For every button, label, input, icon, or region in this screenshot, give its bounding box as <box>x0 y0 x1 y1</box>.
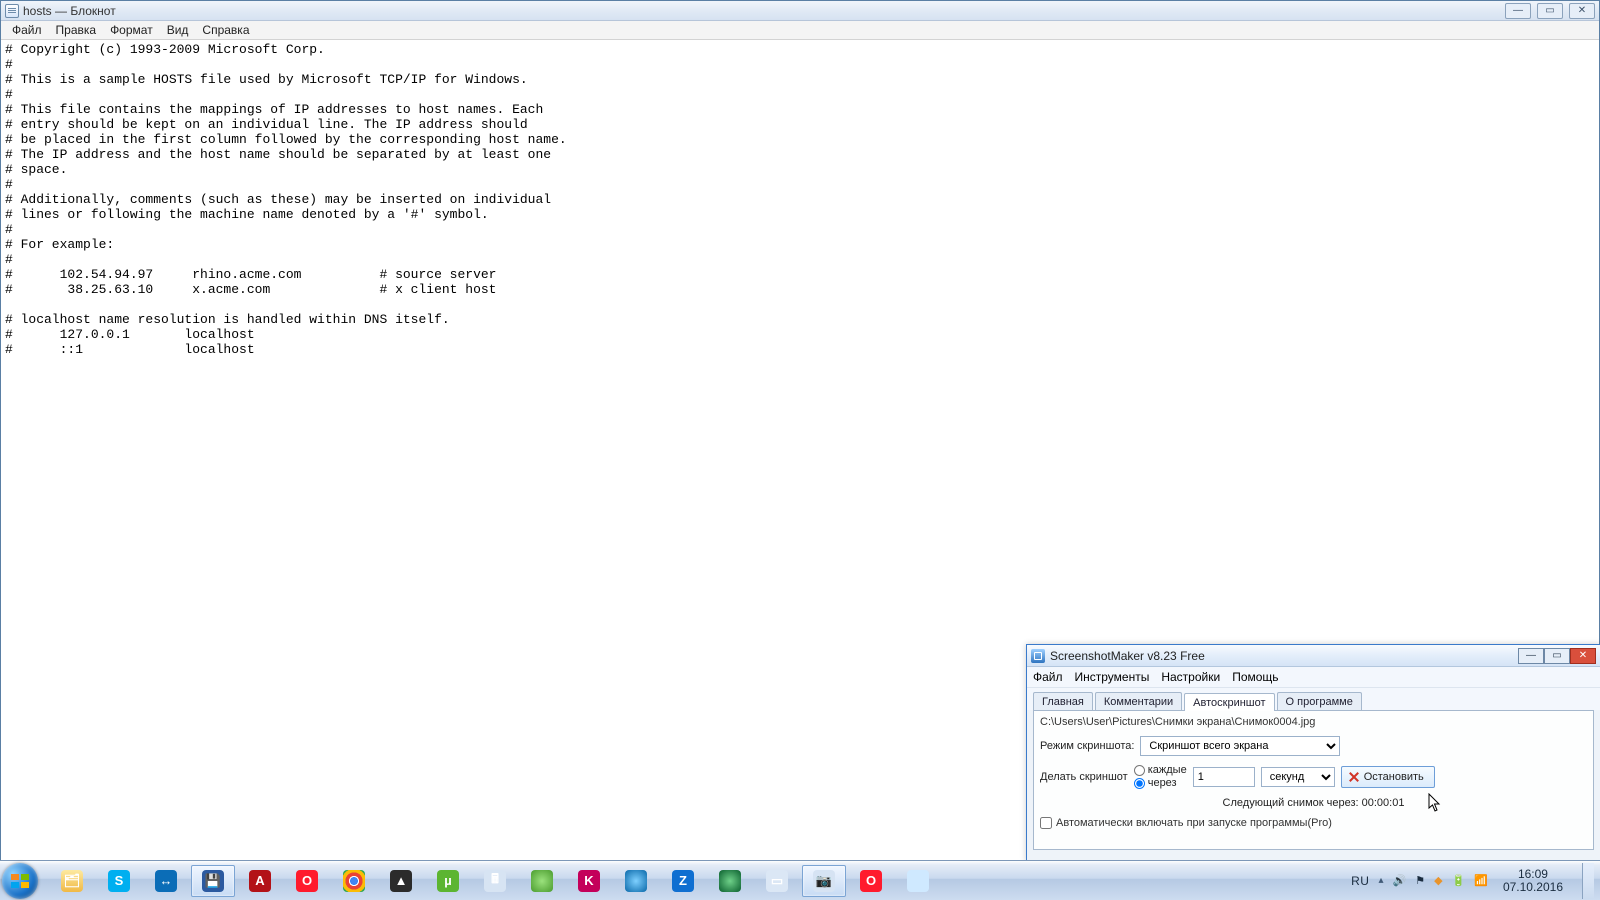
ssm-close-button[interactable]: ✕ <box>1570 648 1596 664</box>
ssm-maximize-button[interactable]: ▭ <box>1544 648 1570 664</box>
taskbar: 🗂 S ↔ 💾 A O ▲ µ 🖩 K Z ▭ 📷 O RU ▴ 🔊 ⚑ ◆ 🔋 📶 16:09 07.1… <box>0 860 1600 900</box>
ssm-stop-button[interactable]: Остановить <box>1341 766 1435 788</box>
tab-comments[interactable]: Комментарии <box>1095 692 1182 710</box>
zona-icon: Z <box>672 870 694 892</box>
teamviewer-icon: ↔ <box>155 870 177 892</box>
ssm-save-path: C:\Users\User\Pictures\Снимки экрана\Сни… <box>1040 716 1587 728</box>
taskbar-item-circle[interactable] <box>520 865 564 897</box>
ssm-radio-after[interactable]: через <box>1134 777 1187 789</box>
system-tray: RU ▴ 🔊 ⚑ ◆ 🔋 📶 16:09 07.10.2016 <box>1351 863 1598 899</box>
menu-edit[interactable]: Правка <box>49 21 104 39</box>
show-desktop-button[interactable] <box>1582 863 1594 899</box>
taskbar-item-notepad[interactable]: 💾 <box>191 865 235 897</box>
ssm-minimize-button[interactable]: — <box>1518 648 1544 664</box>
start-button[interactable] <box>2 863 46 899</box>
taskbar-item-globe2[interactable] <box>708 865 752 897</box>
ssm-mode-select[interactable]: Скриншот всего экрана <box>1140 736 1340 756</box>
tray-shield-icon[interactable]: ◆ <box>1434 874 1442 887</box>
taskbar-item-opera2[interactable]: O <box>849 865 893 897</box>
opera-icon: O <box>296 870 318 892</box>
chrome-icon <box>343 870 365 892</box>
ssm-next-countdown: Следующий снимок через: 00:00:01 <box>1040 797 1587 809</box>
tray-volume-icon[interactable]: 🔊 <box>1392 874 1406 887</box>
menu-format[interactable]: Формат <box>103 21 160 39</box>
taskbar-item-calculator[interactable]: 🖩 <box>473 865 517 897</box>
explorer-icon: 🗂 <box>61 870 83 892</box>
ssm-app-icon <box>1031 649 1045 663</box>
skype-icon: S <box>108 870 130 892</box>
taskbar-item-globe1[interactable] <box>614 865 658 897</box>
app-k-icon: K <box>578 870 600 892</box>
tab-about[interactable]: О программе <box>1277 692 1362 710</box>
taskbar-item-window[interactable]: ▭ <box>755 865 799 897</box>
language-indicator[interactable]: RU <box>1351 874 1369 888</box>
ssm-body: C:\Users\User\Pictures\Снимки экрана\Сни… <box>1033 710 1594 850</box>
tray-flag-icon[interactable]: ⚑ <box>1415 874 1425 887</box>
ssm-radio-every[interactable]: каждые <box>1134 764 1187 776</box>
taskbar-item-explorer[interactable]: 🗂 <box>50 865 94 897</box>
taskbar-item-aimp[interactable]: ▲ <box>379 865 423 897</box>
taskbar-item-opera[interactable]: O <box>285 865 329 897</box>
blank-app-icon <box>907 870 929 892</box>
utorrent-icon: µ <box>437 870 459 892</box>
close-button[interactable]: ✕ <box>1569 3 1595 19</box>
notepad-menubar: Файл Правка Формат Вид Справка <box>1 21 1599 40</box>
taskbar-item-screenshotmaker[interactable]: 📷 <box>802 865 846 897</box>
screenshotmaker-window: ScreenshotMaker v8.23 Free — ▭ ✕ Файл Ин… <box>1026 644 1600 862</box>
tab-autoscreenshot[interactable]: Автоскриншот <box>1184 693 1274 711</box>
ssm-menubar: Файл Инструменты Настройки Помощь <box>1027 667 1600 688</box>
ssm-autostart-checkbox[interactable]: Автоматически включать при запуске прогр… <box>1040 817 1587 829</box>
ssm-title: ScreenshotMaker v8.23 Free <box>1050 649 1205 663</box>
ssm-menu-tools[interactable]: Инструменты <box>1075 670 1150 684</box>
globe2-icon <box>719 870 741 892</box>
tray-chevron-icon[interactable]: ▴ <box>1378 875 1383 886</box>
taskbar-items: 🗂 S ↔ 💾 A O ▲ µ 🖩 K Z ▭ 📷 O <box>50 865 940 897</box>
calculator-icon: 🖩 <box>484 870 506 892</box>
window-icon: ▭ <box>766 870 788 892</box>
taskbar-item-skype[interactable]: S <box>97 865 141 897</box>
ssm-titlebar[interactable]: ScreenshotMaker v8.23 Free — ▭ ✕ <box>1027 645 1600 667</box>
minimize-button[interactable]: — <box>1505 3 1531 19</box>
maximize-button[interactable]: ▭ <box>1537 3 1563 19</box>
taskbar-item-chrome[interactable] <box>332 865 376 897</box>
taskbar-item-adobe-reader[interactable]: A <box>238 865 282 897</box>
menu-view[interactable]: Вид <box>160 21 196 39</box>
ssm-tabs: Главная Комментарии Автоскриншот О прогр… <box>1027 688 1600 710</box>
taskbar-item-teamviewer[interactable]: ↔ <box>144 865 188 897</box>
globe1-icon <box>625 870 647 892</box>
ssm-menu-settings[interactable]: Настройки <box>1161 670 1220 684</box>
taskbar-item-zona[interactable]: Z <box>661 865 705 897</box>
ssm-menu-file[interactable]: Файл <box>1033 670 1063 684</box>
ssm-menu-help[interactable]: Помощь <box>1232 670 1278 684</box>
taskbar-item-utorrent[interactable]: µ <box>426 865 470 897</box>
adobe-reader-icon: A <box>249 870 271 892</box>
notepad-title: hosts — Блокнот <box>23 4 116 18</box>
circle-icon <box>531 870 553 892</box>
taskbar-clock[interactable]: 16:09 07.10.2016 <box>1497 868 1569 894</box>
tab-main[interactable]: Главная <box>1033 692 1093 710</box>
menu-file[interactable]: Файл <box>5 21 49 39</box>
screenshotmaker-icon: 📷 <box>813 870 835 892</box>
tray-network-icon[interactable]: 📶 <box>1474 874 1488 887</box>
taskbar-item-blank-app[interactable] <box>896 865 940 897</box>
stop-x-icon <box>1348 771 1360 783</box>
ssm-mode-label: Режим скриншота: <box>1040 740 1134 752</box>
menu-help[interactable]: Справка <box>195 21 256 39</box>
notepad-icon: 💾 <box>202 870 224 892</box>
aimp-icon: ▲ <box>390 870 412 892</box>
ssm-interval-input[interactable] <box>1193 767 1255 787</box>
taskbar-item-app-k[interactable]: K <box>567 865 611 897</box>
tray-battery-icon[interactable]: 🔋 <box>1452 874 1466 887</box>
ssm-make-label: Делать скриншот <box>1040 771 1128 783</box>
notepad-titlebar[interactable]: hosts — Блокнот — ▭ ✕ <box>1 1 1599 21</box>
notepad-icon <box>5 4 19 18</box>
ssm-unit-select[interactable]: секунд <box>1261 767 1335 787</box>
opera2-icon: O <box>860 870 882 892</box>
